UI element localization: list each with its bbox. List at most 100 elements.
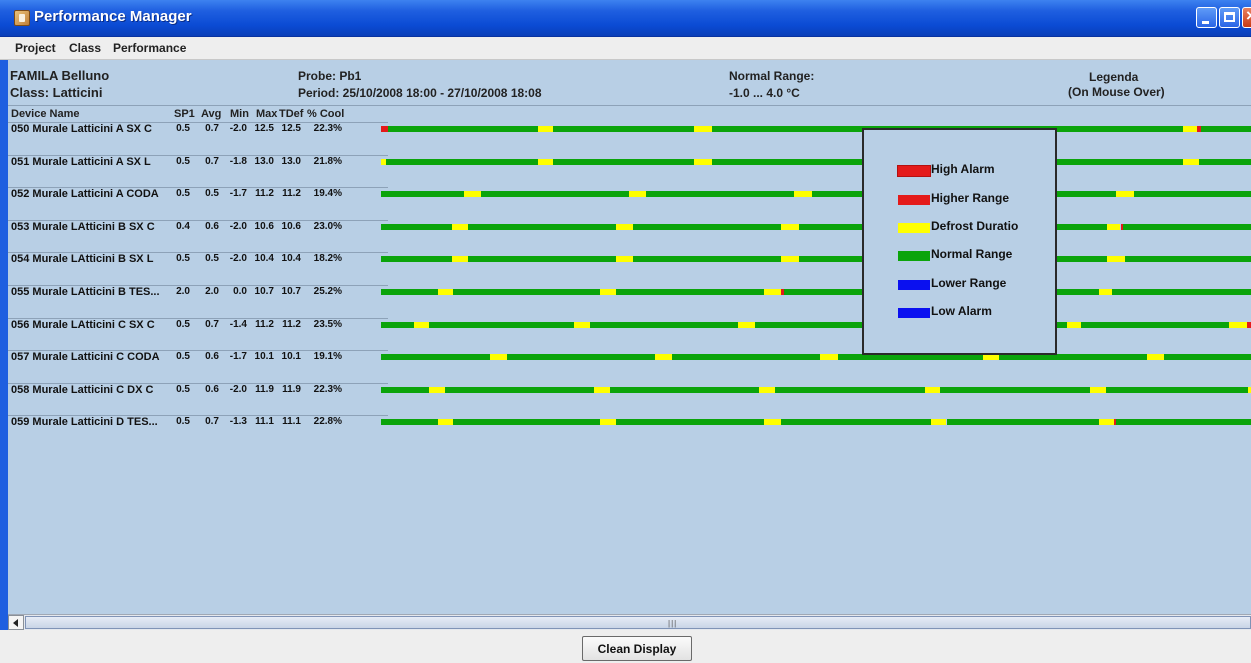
device-sp1-value: 0.5 — [176, 384, 190, 395]
timeline-bar[interactable] — [381, 126, 1251, 132]
defrost-segment — [414, 322, 429, 328]
defrost-segment — [1229, 322, 1247, 328]
device-row[interactable]: 052 Murale Latticini A CODA 0.5 0.5 -1.7 11.… — [8, 187, 1251, 202]
defrost-segment — [1066, 322, 1082, 328]
device-max-value: 11.1 — [255, 416, 274, 427]
device-row[interactable]: 059 Murale Latticini D TES... 0.5 0.7 -1.3 1… — [8, 415, 1251, 430]
device-tdef-value: 10.7 — [281, 286, 301, 297]
legenda-title: Legenda — [1089, 70, 1139, 84]
device-tdef-value: 10.4 — [281, 253, 301, 264]
device-name: 053 Murale LAtticini B SX C — [11, 221, 155, 233]
normal-range-segment — [940, 387, 1091, 393]
normal-range-segment — [1116, 419, 1251, 425]
legend-label-high-alarm: High Alarm — [931, 162, 995, 176]
device-name: 056 Murale LAtticini C SX C — [11, 319, 155, 331]
defrost-segment — [781, 224, 799, 230]
alarm-segment — [381, 126, 388, 132]
defrost-segment — [437, 289, 454, 295]
horizontal-scrollbar[interactable]: ||| — [8, 614, 1251, 630]
normal-range-segment — [589, 322, 738, 328]
defrost-segment — [794, 191, 812, 197]
device-cool-value: 23.0% — [313, 221, 342, 232]
device-avg-value: 0.7 — [205, 416, 219, 427]
menu-project[interactable]: Project — [15, 41, 56, 55]
menu-class[interactable]: Class — [69, 41, 101, 55]
normal-range-segment — [386, 159, 538, 165]
device-name: 050 Murale Latticini A SX C — [11, 123, 153, 135]
defrost-segment — [694, 159, 712, 165]
device-sp1-value: 0.5 — [176, 188, 190, 199]
device-row[interactable]: 051 Murale Latticini A SX L 0.5 0.7 -1.8 13.… — [8, 155, 1251, 170]
device-tdef-value: 12.5 — [281, 123, 301, 134]
scroll-left-arrow-icon[interactable] — [8, 615, 24, 630]
normal-range-segment — [1133, 191, 1251, 197]
normal-range-segment — [381, 354, 490, 360]
timeline-bar[interactable] — [381, 289, 1251, 295]
device-avg-value: 0.6 — [205, 221, 219, 232]
normal-range-segment — [381, 256, 453, 262]
normal-range-segment — [444, 387, 595, 393]
timeline-bar[interactable] — [381, 387, 1251, 393]
maximize-button[interactable] — [1219, 7, 1240, 28]
timeline-bar[interactable] — [381, 191, 1251, 197]
timeline-bar[interactable] — [381, 322, 1251, 328]
col-min: Min — [230, 108, 249, 120]
normal-range-segment — [1123, 224, 1251, 230]
scroll-grip-icon: ||| — [668, 619, 678, 628]
col-cool: % Cool — [307, 108, 345, 120]
menu-performance[interactable]: Performance — [113, 41, 186, 55]
device-max-value: 10.1 — [254, 351, 274, 362]
device-min-value: -1.7 — [229, 351, 247, 362]
device-avg-value: 0.7 — [205, 156, 219, 167]
timeline-bar[interactable] — [381, 354, 1251, 360]
normal-range-value: -1.0 ... 4.0 °C — [729, 86, 800, 100]
device-tdef-value: 11.1 — [282, 416, 301, 427]
defrost-segment — [452, 256, 468, 262]
device-max-value: 10.4 — [254, 253, 274, 264]
device-min-value: -1.8 — [229, 156, 247, 167]
device-row[interactable]: 056 Murale LAtticini C SX C 0.5 0.7 -1.4 11.… — [8, 318, 1251, 333]
normal-range-segment — [381, 289, 438, 295]
legend-swatch-defrost — [898, 223, 930, 233]
normal-range-segment — [1124, 256, 1251, 262]
defrost-segment — [615, 256, 634, 262]
defrost-segment — [1098, 289, 1112, 295]
device-row[interactable]: 053 Murale LAtticini B SX C 0.4 0.6 -2.0 10.… — [8, 220, 1251, 235]
normal-range-segment — [1200, 126, 1251, 132]
normal-range-segment — [453, 419, 601, 425]
normal-range-segment — [615, 289, 764, 295]
defrost-segment — [600, 289, 616, 295]
device-row[interactable]: 050 Murale Latticini A SX C 0.5 0.7 -2.0 12.… — [8, 122, 1251, 137]
device-max-value: 11.2 — [255, 319, 274, 330]
device-row[interactable]: 054 Murale LAtticini B SX L 0.5 0.5 -2.0 10.… — [8, 252, 1251, 267]
class-name: Class: Latticini — [10, 85, 103, 100]
device-name: 057 Murale Latticini C CODA — [11, 351, 160, 363]
clean-display-button[interactable]: Clean Display — [582, 636, 692, 661]
device-sp1-value: 2.0 — [176, 286, 190, 297]
scroll-thumb[interactable]: ||| — [25, 616, 1251, 629]
legend-label-defrost: Defrost Duratio — [931, 219, 1019, 233]
device-name: 054 Murale LAtticini B SX L — [11, 253, 154, 265]
timeline-bar[interactable] — [381, 224, 1251, 230]
normal-range-segment — [1081, 322, 1230, 328]
timeline-bar[interactable] — [381, 256, 1251, 262]
device-row[interactable]: 058 Murale Latticini C DX C 0.5 0.6 -2.0 11.… — [8, 383, 1251, 398]
device-min-value: 0.0 — [233, 286, 247, 297]
legend-swatch-low-alarm — [898, 308, 930, 318]
defrost-segment — [924, 387, 941, 393]
timeline-bar[interactable] — [381, 159, 1251, 165]
timeline-bar[interactable] — [381, 419, 1251, 425]
legend-swatch-high-alarm — [898, 166, 930, 176]
device-sp1-value: 0.4 — [176, 221, 190, 232]
normal-range-segment — [781, 419, 931, 425]
legend-label-lower-range: Lower Range — [931, 276, 1007, 290]
device-row[interactable]: 055 Murale LAtticini B TES... 2.0 2.0 0.0 10… — [8, 285, 1251, 300]
device-sp1-value: 0.5 — [176, 156, 190, 167]
device-min-value: -2.0 — [229, 253, 247, 264]
device-row[interactable]: 057 Murale Latticini C CODA 0.5 0.6 -1.7 10.… — [8, 350, 1251, 365]
close-button[interactable] — [1242, 6, 1251, 28]
device-tdef-value: 13.0 — [281, 156, 301, 167]
device-min-value: -1.4 — [229, 319, 247, 330]
minimize-button[interactable] — [1196, 7, 1217, 28]
alarm-segment — [1246, 322, 1251, 328]
